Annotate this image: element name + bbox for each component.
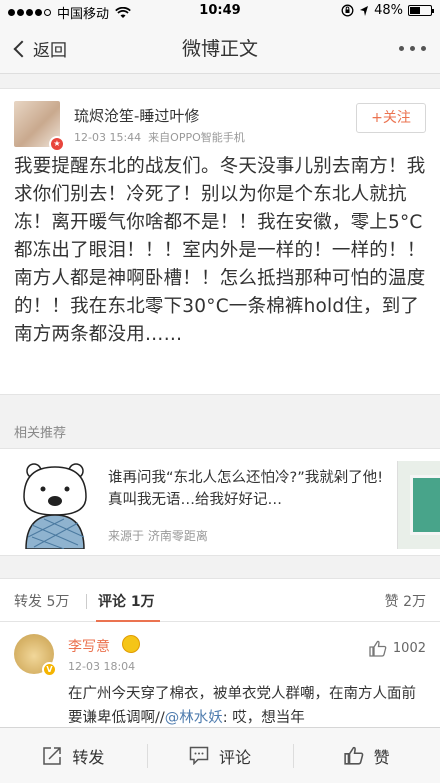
bottom-action-bar: 转发 评论 赞 — [0, 727, 440, 783]
author-avatar[interactable]: ★ — [14, 101, 65, 152]
post-meta: 12-03 15:44 来自OPPO智能手机 — [74, 129, 245, 145]
related-source: 来源于 济南零距离 — [108, 529, 208, 543]
verified-v-icon: V — [42, 662, 57, 677]
related-item[interactable]: 谁再问我“东北人怎么还怕冷?”我就剁了他! 真叫我无语…给我好好记… 来源于 济… — [0, 448, 440, 556]
member-emoji-icon — [122, 635, 140, 653]
post-card: ★ 琉烬沧笙-睡过叶修 12-03 15:44 来自OPPO智能手机 +关注 我… — [0, 88, 440, 395]
more-dot-icon — [399, 46, 404, 51]
comment-mention-link[interactable]: @林水妖 — [165, 710, 223, 726]
author-name[interactable]: 琉烬沧笙-睡过叶修 — [74, 105, 199, 126]
like-button[interactable]: 赞 — [293, 728, 440, 783]
comment-button[interactable]: 评论 — [146, 728, 294, 783]
status-right: 48% — [341, 3, 434, 18]
more-dot-icon — [410, 46, 415, 51]
thumbs-up-icon — [344, 746, 363, 765]
repost-icon — [43, 746, 62, 765]
comment-icon — [189, 746, 209, 765]
thumbs-up-icon — [369, 640, 387, 657]
status-bar: 中国移动 10:49 48% — [0, 0, 440, 22]
tab-divider — [86, 594, 87, 609]
nav-bar: 返回 微博正文 — [0, 22, 440, 74]
comment-label: 评论 — [219, 747, 252, 767]
page-title: 微博正文 — [181, 38, 258, 60]
tab-repost[interactable]: 转发 5万 — [14, 591, 69, 611]
post-date: 12-03 15:44 — [74, 131, 142, 144]
comment-text-after: : 哎，想当年 — [222, 710, 305, 726]
more-dot-icon — [421, 46, 426, 51]
polar-bear-thumbnail — [14, 457, 96, 549]
repost-button[interactable]: 转发 — [0, 728, 147, 783]
verified-badge-icon: ★ — [49, 136, 65, 152]
battery-fill — [410, 7, 420, 14]
repost-label: 转发 — [72, 747, 105, 767]
comment-time: 12-03 18:04 — [68, 660, 136, 673]
tab-comment[interactable]: 评论 1万 — [98, 591, 155, 611]
post-source: 来自OPPO智能手机 — [148, 131, 245, 144]
follow-button[interactable]: +关注 — [356, 103, 426, 133]
battery-percent: 48% — [374, 3, 403, 18]
location-icon — [360, 5, 369, 16]
more-button[interactable] — [399, 46, 426, 51]
like-label: 赞 — [373, 747, 390, 767]
comment-text: 在广州今天穿了棉衣，被单衣党人群嘲，在南方人面前要谦卑低调啊//@林水妖: 哎，… — [68, 682, 430, 730]
tab-like[interactable]: 赞 2万 — [385, 591, 426, 611]
comment-like-button[interactable]: 1002 — [369, 640, 426, 657]
comment-like-count: 1002 — [392, 641, 426, 656]
related-title: 谁再问我“东北人怎么还怕冷?”我就剁了他! 真叫我无语…给我好好记… — [108, 470, 384, 508]
orientation-lock-icon — [341, 4, 354, 17]
post-content: 我要提醒东北的战友们。冬天没事儿别去南方！我求你们别去！冷死了！别以为你是个东北… — [14, 156, 426, 345]
feedback-tabs: 转发 5万 评论 1万 赞 2万 — [0, 578, 440, 623]
related-header: 相关推荐 — [14, 426, 67, 441]
commenter-avatar[interactable]: V — [14, 634, 57, 677]
comment-item: V 李写意 12-03 18:04 1002 在广州今天穿了棉衣，被单衣党人群嘲… — [0, 622, 440, 732]
battery-icon — [408, 5, 434, 16]
commenter-name[interactable]: 李写意 — [68, 636, 110, 656]
related-next-thumbnail[interactable] — [397, 461, 440, 549]
